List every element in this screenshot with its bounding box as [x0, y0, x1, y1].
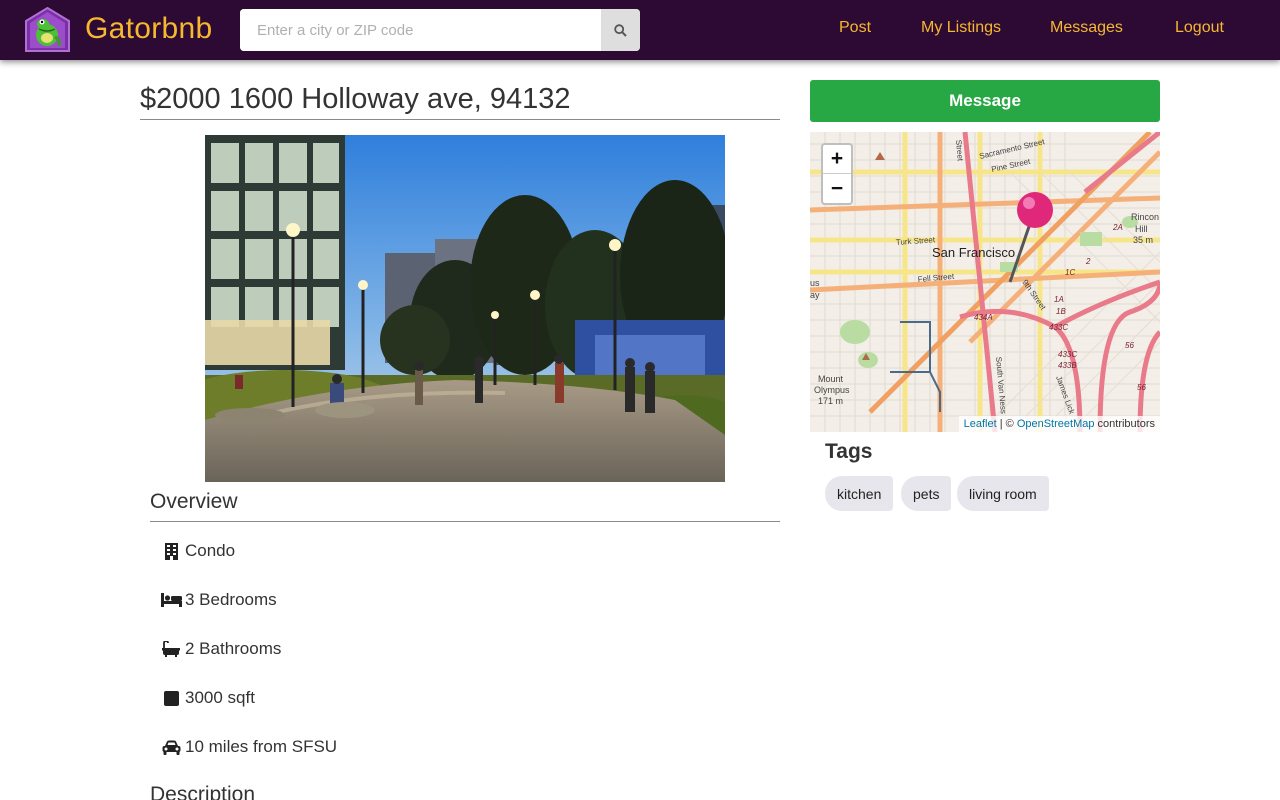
overview-heading: Overview	[150, 490, 238, 513]
map-label-rincon: Rincon	[1131, 212, 1159, 222]
tag-pets[interactable]: pets	[901, 476, 952, 511]
attribution-separator: | ©	[996, 418, 1017, 430]
search-input[interactable]	[240, 9, 601, 51]
map-label-ay: ay	[810, 290, 820, 300]
map-label-hill: Hill	[1135, 224, 1148, 234]
map-label-olympus: Olympus	[814, 385, 850, 395]
map-label-hill-elev: 35 m	[1133, 235, 1153, 245]
bath-icon	[160, 640, 182, 658]
feature-bathrooms-text: 2 Bathrooms	[185, 639, 282, 658]
map-label-us: us	[810, 278, 820, 288]
feature-distance: 10 miles from SFSU	[160, 734, 337, 760]
feature-bedrooms: 3 Bedrooms	[160, 587, 277, 613]
tag-living-room[interactable]: living room	[957, 476, 1049, 511]
nav-my-listings[interactable]: My Listings	[921, 19, 1001, 37]
building-icon	[160, 542, 182, 560]
map-label-mount: Mount	[818, 374, 844, 384]
feature-area: 3000 sqft	[160, 685, 255, 711]
map-label-433c-b: 433C	[1058, 350, 1077, 359]
navbar: Gatorbnb Post My Listings Messages Logou…	[0, 0, 1280, 60]
bed-icon	[160, 591, 182, 609]
location-map[interactable]: San Francisco Sacramento Street Pine Str…	[810, 132, 1160, 432]
brand-name[interactable]: Gatorbnb	[85, 12, 212, 46]
nav-post[interactable]: Post	[839, 19, 871, 37]
car-icon	[160, 738, 182, 756]
message-button[interactable]: Message	[810, 80, 1160, 122]
feature-bedrooms-text: 3 Bedrooms	[185, 590, 277, 609]
attribution-contributors: contributors	[1094, 418, 1155, 430]
square-icon	[160, 689, 182, 707]
map-label-street: Street	[954, 139, 965, 162]
map-attribution: Leaflet | © OpenStreetMap contributors	[958, 416, 1160, 432]
tags-heading: Tags	[825, 440, 873, 463]
search-bar	[240, 9, 640, 51]
nav-messages[interactable]: Messages	[1050, 19, 1123, 37]
description-heading: Description	[150, 783, 256, 800]
map-label-433c-a: 433C	[1049, 323, 1068, 332]
map-label-56b: 56	[1137, 383, 1146, 392]
feature-type-text: Condo	[185, 541, 236, 560]
map-label-433b: 433B	[1058, 361, 1077, 370]
search-icon	[614, 23, 627, 37]
map-label-434a: 434A	[974, 313, 993, 322]
map-label-2: 2	[1085, 257, 1091, 266]
zoom-out-button[interactable]: −	[823, 174, 851, 203]
title-divider	[140, 119, 780, 120]
map-label-city: San Francisco	[932, 245, 1015, 260]
map-zoom-control: + −	[821, 143, 853, 205]
map-label-1b: 1B	[1056, 307, 1066, 316]
tag-kitchen[interactable]: kitchen	[825, 476, 894, 511]
feature-bathrooms: 2 Bathrooms	[160, 636, 281, 662]
listing-photo	[205, 135, 725, 482]
map-label-elevation: 171 m	[818, 396, 843, 406]
nav-logout[interactable]: Logout	[1175, 19, 1224, 37]
zoom-in-button[interactable]: +	[823, 145, 851, 174]
map-label-56: 56	[1125, 341, 1134, 350]
feature-type: Condo	[160, 538, 235, 564]
leaflet-link[interactable]: Leaflet	[964, 418, 997, 430]
listing-title: $2000 1600 Holloway ave, 94132	[140, 83, 571, 115]
map-label-1a: 1A	[1054, 295, 1064, 304]
osm-link[interactable]: OpenStreetMap	[1017, 418, 1095, 430]
feature-distance-text: 10 miles from SFSU	[185, 737, 338, 756]
gator-house-logo-icon[interactable]	[25, 7, 70, 52]
map-label-1c: 1C	[1065, 268, 1075, 277]
map-label-2a: 2A	[1112, 223, 1123, 232]
feature-area-text: 3000 sqft	[185, 688, 255, 707]
overview-divider	[150, 521, 780, 522]
search-button[interactable]	[601, 9, 640, 51]
